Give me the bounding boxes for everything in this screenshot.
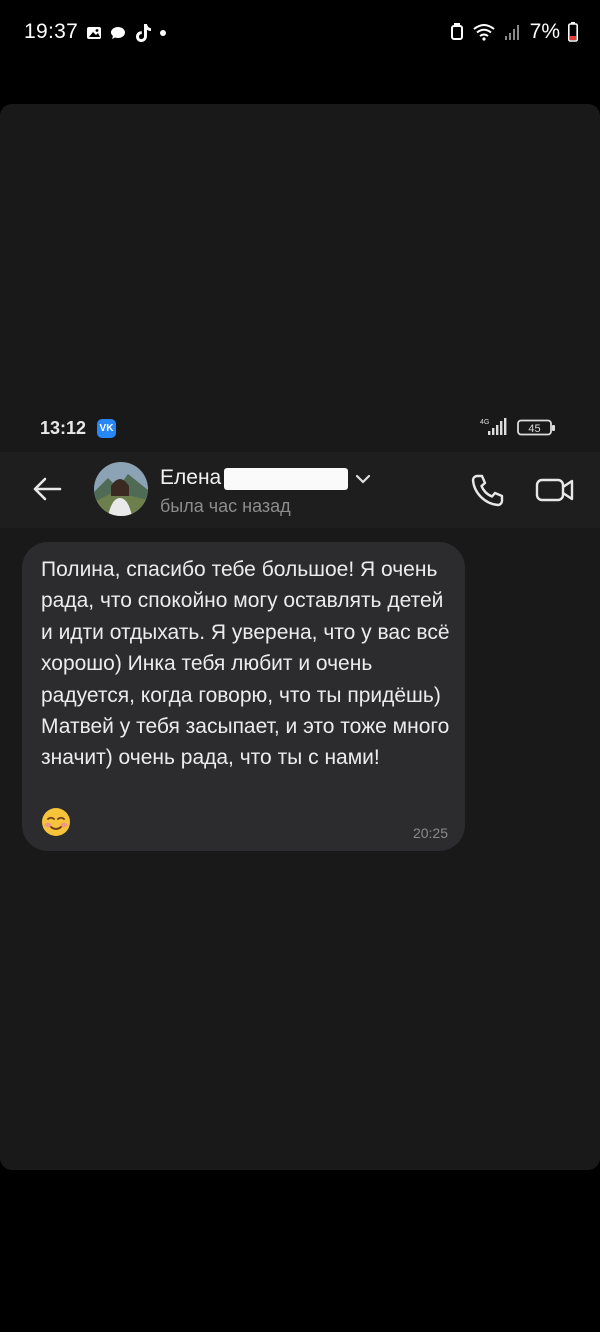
wifi-icon	[473, 24, 495, 41]
network-type: 4G	[480, 419, 489, 426]
message-text: Полина, спасибо тебе большое! Я очень ра…	[41, 558, 450, 770]
chat-header: Елена была час назад	[0, 452, 600, 528]
battery-icon	[568, 22, 578, 42]
phone-icon	[471, 474, 504, 507]
contact-last-seen: была час назад	[160, 496, 291, 516]
avatar-photo	[94, 462, 148, 516]
message-time: 20:25	[412, 825, 448, 841]
video-camera-icon	[535, 478, 574, 502]
more-notifications-dot	[160, 30, 166, 36]
signal-icon: 4G	[480, 418, 507, 435]
status-time: 19:37	[24, 20, 79, 43]
smiling-emoji	[40, 806, 72, 838]
tiktok-icon	[136, 24, 151, 42]
vk-icon: VK	[97, 419, 116, 438]
battery-icon: 45	[517, 419, 555, 436]
avatar[interactable]	[94, 462, 148, 516]
notification-icons	[86, 23, 166, 43]
system-icons: 7%	[450, 20, 578, 44]
back-button[interactable]	[28, 470, 66, 508]
image-icon	[87, 27, 101, 39]
alarm-icon	[450, 23, 463, 40]
redacted-surname	[224, 468, 348, 490]
inner-status-bar: 13:12 VK 4G 45	[0, 414, 600, 444]
screenshot-card: 13:12 VK 4G 45 Елена была час назад Поли…	[0, 104, 600, 1170]
contact-name[interactable]: Елена	[160, 466, 221, 490]
chevron-down-icon[interactable]	[355, 474, 371, 484]
inner-battery-level: 45	[528, 423, 540, 435]
signal-icon	[504, 25, 519, 40]
phone-status-bar: 19:37 7%	[0, 0, 600, 70]
inner-status-time: 13:12	[40, 418, 87, 438]
video-call-button[interactable]	[533, 470, 577, 510]
battery-percent: 7%	[529, 20, 560, 43]
message-bubble[interactable]: Полина, спасибо тебе большое! Я очень ра…	[22, 542, 465, 851]
call-button[interactable]	[468, 470, 508, 510]
back-arrow-icon	[33, 477, 62, 501]
chat-icon	[111, 27, 125, 39]
smiling-face-icon	[42, 808, 70, 836]
